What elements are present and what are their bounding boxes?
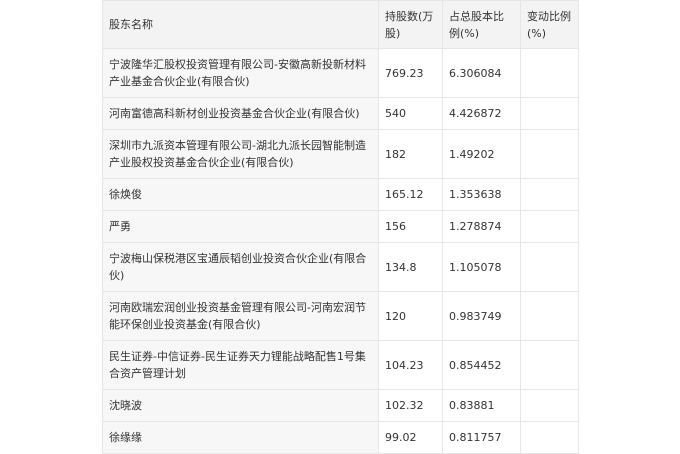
table-row: 宁波隆华汇股权投资管理有限公司-安徽高新投新材料产业基金合伙企业(有限合伙) 7… <box>102 48 579 98</box>
header-shares: 持股数(万股) <box>378 0 443 49</box>
cell-shareholder-name: 河南富德高科新材创业投资基金合伙企业(有限合伙) <box>102 97 379 130</box>
cell-shareholder-name: 深圳市九派资本管理有限公司-湖北九派长园智能制造产业股权投资基金合伙企业(有限合… <box>102 129 379 179</box>
table-row: 深圳市九派资本管理有限公司-湖北九派长园智能制造产业股权投资基金合伙企业(有限合… <box>102 129 579 179</box>
cell-shares: 102.32 <box>378 389 443 422</box>
cell-change <box>520 210 579 243</box>
table-row: 河南欧瑞宏润创业投资基金管理有限公司-河南宏润节能环保创业投资基金(有限合伙) … <box>102 291 579 341</box>
cell-shares: 540 <box>378 97 443 130</box>
cell-change <box>520 48 579 98</box>
cell-change <box>520 389 579 422</box>
cell-shares: 104.23 <box>378 340 443 390</box>
cell-shares: 134.8 <box>378 242 443 292</box>
cell-change <box>520 129 579 179</box>
table-header-row: 股东名称 持股数(万股) 占总股本比例(%) 变动比例(%) <box>102 0 579 49</box>
cell-shareholder-name: 严勇 <box>102 210 379 243</box>
cell-shareholder-name: 宁波梅山保税港区宝通辰韬创业投资合伙企业(有限合伙) <box>102 242 379 292</box>
table-row: 宁波梅山保税港区宝通辰韬创业投资合伙企业(有限合伙) 134.8 1.10507… <box>102 242 579 292</box>
cell-shareholder-name: 宁波隆华汇股权投资管理有限公司-安徽高新投新材料产业基金合伙企业(有限合伙) <box>102 48 379 98</box>
cell-ratio: 1.278874 <box>442 210 521 243</box>
cell-shares: 120 <box>378 291 443 341</box>
cell-shareholder-name: 徐缘缘 <box>102 421 379 454</box>
cell-ratio: 1.353638 <box>442 178 521 211</box>
cell-ratio: 6.306084 <box>442 48 521 98</box>
cell-ratio: 0.983749 <box>442 291 521 341</box>
cell-shares: 182 <box>378 129 443 179</box>
cell-ratio: 0.854452 <box>442 340 521 390</box>
cell-change <box>520 340 579 390</box>
cell-shares: 165.12 <box>378 178 443 211</box>
cell-ratio: 0.811757 <box>442 421 521 454</box>
cell-ratio: 1.105078 <box>442 242 521 292</box>
cell-change <box>520 421 579 454</box>
cell-change <box>520 291 579 341</box>
cell-change <box>520 178 579 211</box>
cell-ratio: 0.83881 <box>442 389 521 422</box>
table-row: 严勇 156 1.278874 <box>102 210 579 243</box>
table-row: 河南富德高科新材创业投资基金合伙企业(有限合伙) 540 4.426872 <box>102 97 579 130</box>
cell-change <box>520 242 579 292</box>
cell-shareholder-name: 沈晓波 <box>102 389 379 422</box>
cell-change <box>520 97 579 130</box>
shareholder-table-container: 股东名称 持股数(万股) 占总股本比例(%) 变动比例(%) 宁波隆华汇股权投资… <box>102 0 579 454</box>
table-row: 徐缘缘 99.02 0.811757 <box>102 421 579 454</box>
table-row: 沈晓波 102.32 0.83881 <box>102 389 579 422</box>
cell-shareholder-name: 徐焕俊 <box>102 178 379 211</box>
table-row: 民生证券-中信证券-民生证券天力锂能战略配售1号集合资产管理计划 104.23 … <box>102 340 579 390</box>
shareholder-table: 股东名称 持股数(万股) 占总股本比例(%) 变动比例(%) 宁波隆华汇股权投资… <box>102 0 579 454</box>
header-ratio: 占总股本比例(%) <box>442 0 521 49</box>
cell-shares: 156 <box>378 210 443 243</box>
table-row: 徐焕俊 165.12 1.353638 <box>102 178 579 211</box>
cell-shares: 769.23 <box>378 48 443 98</box>
cell-shares: 99.02 <box>378 421 443 454</box>
header-shareholder-name: 股东名称 <box>102 0 379 49</box>
cell-ratio: 1.49202 <box>442 129 521 179</box>
cell-shareholder-name: 民生证券-中信证券-民生证券天力锂能战略配售1号集合资产管理计划 <box>102 340 379 390</box>
cell-shareholder-name: 河南欧瑞宏润创业投资基金管理有限公司-河南宏润节能环保创业投资基金(有限合伙) <box>102 291 379 341</box>
cell-ratio: 4.426872 <box>442 97 521 130</box>
header-change: 变动比例(%) <box>520 0 579 49</box>
